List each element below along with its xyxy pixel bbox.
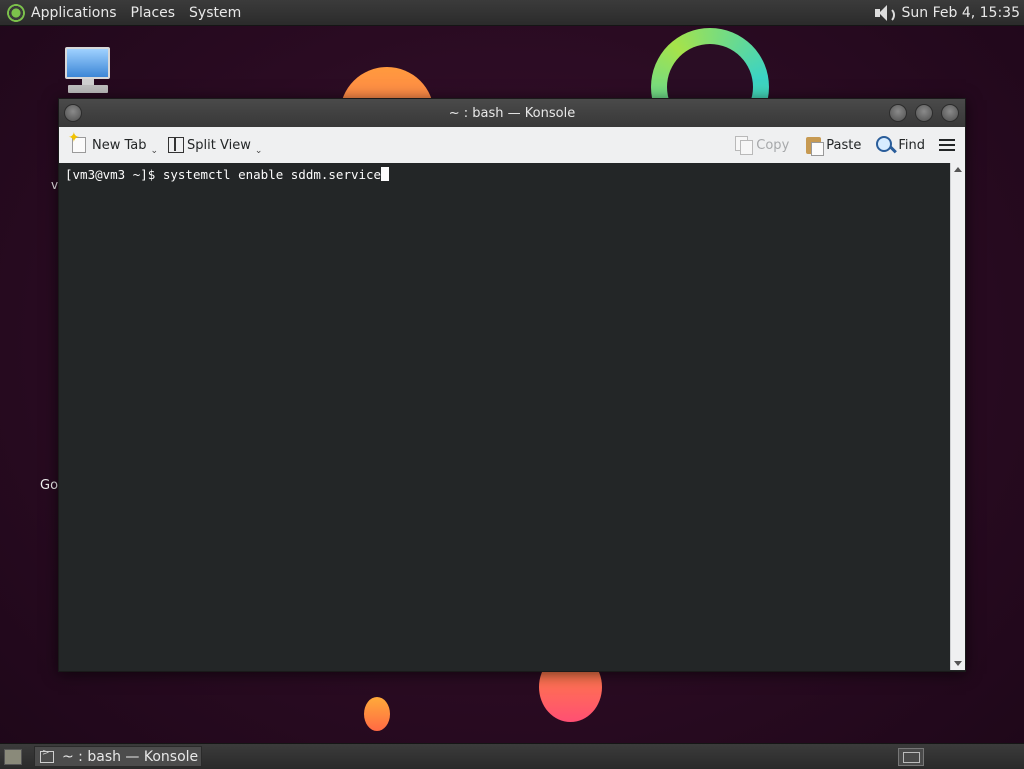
close-button[interactable] <box>941 104 959 122</box>
menu-applications[interactable]: Applications <box>31 5 117 21</box>
terminal-line: [vm3@vm3 ~]$ systemctl enable sddm.servi… <box>65 167 390 182</box>
shell-prompt: [vm3@vm3 ~]$ <box>65 167 163 182</box>
konsole-window: ~ : bash — Konsole New Tab ⌄ Split View … <box>58 98 966 672</box>
chevron-down-icon[interactable]: ⌄ <box>255 146 263 156</box>
search-icon <box>875 135 895 155</box>
terminal-command: systemctl enable sddm.service <box>162 167 382 182</box>
text-cursor <box>381 167 390 181</box>
split-view-button[interactable]: Split View ⌄ <box>164 130 266 160</box>
window-title: ~ : bash — Konsole <box>448 105 576 121</box>
terminal-icon <box>40 748 54 763</box>
copy-button[interactable]: Copy <box>731 130 793 160</box>
bottom-panel: ~ : bash — Konsole <box>0 743 1024 769</box>
menu-places[interactable]: Places <box>131 5 176 21</box>
distro-logo-icon[interactable] <box>7 3 25 22</box>
window-menu-button[interactable] <box>64 104 82 122</box>
new-tab-icon <box>68 130 86 153</box>
desktop-icon-label: Go <box>40 478 59 493</box>
find-button[interactable]: Find <box>871 130 929 160</box>
taskbar-item-konsole[interactable]: ~ : bash — Konsole <box>34 746 202 767</box>
new-tab-button[interactable]: New Tab ⌄ <box>65 130 162 160</box>
paste-icon <box>805 135 825 156</box>
top-panel: Applications Places System Sun Feb 4, 15… <box>0 0 1024 26</box>
maximize-button[interactable] <box>915 104 933 122</box>
scroll-down-icon[interactable] <box>954 661 962 666</box>
copy-icon <box>735 136 754 155</box>
terminal-scrollbar[interactable] <box>950 163 965 670</box>
toolbar: New Tab ⌄ Split View ⌄ Copy Paste Find <box>59 127 965 164</box>
menu-system[interactable]: System <box>189 5 241 21</box>
monitor-icon <box>65 47 110 79</box>
split-view-icon <box>168 137 185 153</box>
chevron-down-icon[interactable]: ⌄ <box>151 146 159 156</box>
clock[interactable]: Sun Feb 4, 15:35 <box>902 5 1020 21</box>
volume-icon[interactable] <box>874 4 895 23</box>
hamburger-menu-icon[interactable] <box>939 139 955 151</box>
window-titlebar[interactable]: ~ : bash — Konsole <box>59 99 965 127</box>
show-desktop-icon[interactable] <box>4 748 22 765</box>
computer-desktop-icon[interactable] <box>62 46 114 94</box>
minimize-button[interactable] <box>889 104 907 122</box>
taskbar-item-label: ~ : bash — Konsole <box>62 748 199 765</box>
workspace-switcher[interactable] <box>898 747 924 766</box>
scroll-up-icon[interactable] <box>954 167 962 172</box>
paste-button[interactable]: Paste <box>801 130 865 160</box>
terminal-area[interactable]: [vm3@vm3 ~]$ systemctl enable sddm.servi… <box>59 163 950 670</box>
wallpaper-small-drop <box>364 697 390 731</box>
